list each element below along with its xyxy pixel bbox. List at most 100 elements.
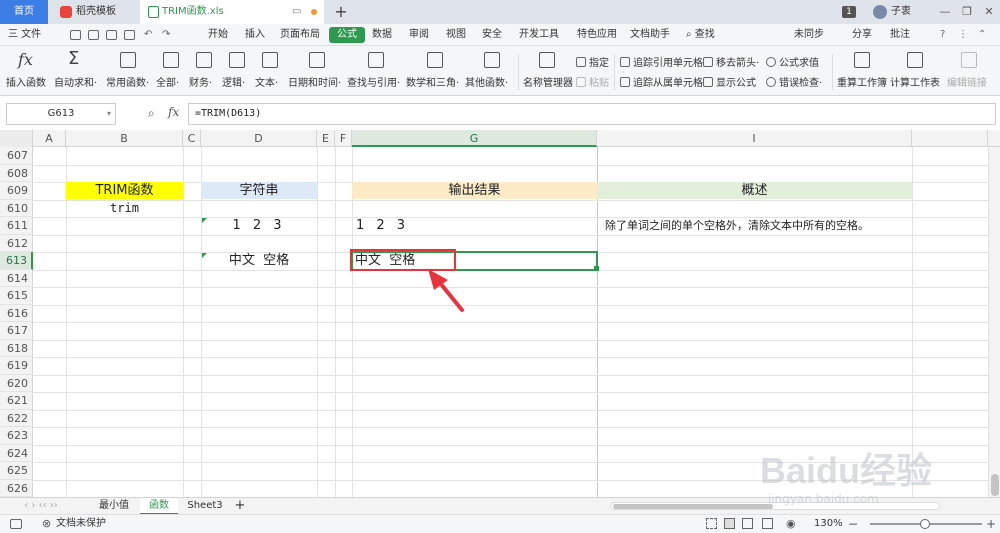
other-functions-button[interactable]: 其他函数· (464, 46, 516, 96)
tab-home[interactable]: 首页 (0, 0, 48, 24)
scrollbar-thumb[interactable] (991, 474, 999, 496)
window-count-badge[interactable]: 1 (842, 6, 856, 18)
row-header[interactable]: 615 (0, 287, 33, 305)
menu-item-home[interactable]: 开始 (208, 24, 228, 46)
lookup-button[interactable]: 查找与引用· (346, 46, 402, 96)
row-header[interactable]: 618 (0, 339, 33, 357)
all-functions-button[interactable]: 全部· (155, 46, 185, 96)
column-header-d[interactable]: D (201, 130, 317, 147)
row-header[interactable]: 620 (0, 374, 33, 392)
insert-function-button[interactable]: fx 插入函数 (4, 46, 48, 96)
fill-handle[interactable] (594, 266, 599, 271)
row-header[interactable]: 617 (0, 322, 33, 340)
vertical-scrollbar[interactable] (988, 147, 1000, 497)
user-name[interactable]: 子衷 (891, 0, 911, 24)
text-button[interactable]: 文本· (254, 46, 284, 96)
fullscreen-icon[interactable] (706, 518, 717, 529)
recalc-workbook-button[interactable]: 重算工作簿 (836, 46, 888, 96)
datetime-button[interactable]: 日期和时间· (287, 46, 343, 96)
paste-button[interactable]: 粘贴 (576, 74, 609, 89)
row-header[interactable]: 622 (0, 409, 33, 427)
row-header[interactable]: 610 (0, 199, 33, 217)
sidebar-toggle-icon[interactable] (10, 519, 22, 529)
error-check-button[interactable]: 错误检查· (766, 74, 822, 89)
row-header[interactable]: 626 (0, 479, 33, 497)
row-header[interactable]: 607 (0, 147, 33, 165)
page-layout-icon[interactable] (742, 518, 753, 529)
formula-input[interactable]: =TRIM(D613) (188, 103, 996, 125)
finance-button[interactable]: 财务· (188, 46, 218, 96)
print-icon[interactable] (106, 30, 117, 40)
row-header[interactable]: 623 (0, 427, 33, 445)
row-header[interactable]: 609 (0, 182, 33, 200)
column-header-g[interactable]: G (352, 130, 597, 147)
share-button[interactable]: 分享 (852, 24, 872, 46)
add-sheet-button[interactable]: + (232, 498, 248, 515)
zoom-out-icon[interactable]: − (848, 515, 858, 533)
cell-i609[interactable]: 概述 (597, 182, 912, 199)
autosum-button[interactable]: Σ 自动求和· (52, 46, 100, 96)
preview-icon[interactable] (124, 30, 135, 40)
cell-b609[interactable]: TRIM函数 (66, 182, 183, 199)
edit-links-button[interactable]: 编辑链接 (946, 46, 992, 96)
scrollbar-thumb[interactable] (613, 504, 773, 509)
menu-item-view[interactable]: 视图 (446, 24, 466, 46)
export-icon[interactable] (88, 30, 99, 40)
assign-button[interactable]: 指定 (576, 54, 609, 69)
cell-b610[interactable]: trim (66, 200, 183, 217)
avatar[interactable] (873, 5, 887, 19)
column-header-next[interactable] (912, 130, 988, 147)
monitor-icon[interactable]: ▭ (292, 0, 301, 24)
file-menu[interactable]: 三 文件 (8, 24, 41, 46)
calc-sheet-button[interactable]: 计算工作表 (889, 46, 941, 96)
fx-icon[interactable]: fx (168, 105, 179, 119)
sheet-tab-min[interactable]: 最小值 (88, 498, 140, 515)
column-header-c[interactable]: C (183, 130, 201, 147)
tab-template[interactable]: 稻壳模板 (52, 0, 134, 24)
math-button[interactable]: 数学和三角· (405, 46, 461, 96)
menu-item-developer[interactable]: 开发工具 (519, 24, 559, 46)
restore-button[interactable]: ❐ (957, 0, 977, 24)
remove-arrows-button[interactable]: 移去箭头· (703, 54, 759, 69)
column-header-b[interactable]: B (66, 130, 183, 147)
cell-g611[interactable]: 1 2 3 (356, 217, 409, 234)
help-icon[interactable]: ? (940, 24, 945, 46)
protection-status[interactable]: 文档未保护 (56, 515, 106, 533)
row-header[interactable]: 611 (0, 217, 33, 235)
minimize-button[interactable]: — (935, 0, 955, 24)
cell-d611[interactable]: 1 2 3 (201, 217, 317, 234)
menu-item-page-layout[interactable]: 页面布局 (280, 24, 320, 46)
trace-precedents-button[interactable]: 追踪引用单元格 (620, 54, 703, 69)
cell-d609[interactable]: 字符串 (201, 182, 317, 199)
cell-i611[interactable]: 除了单词之间的单个空格外，清除文本中所有的空格。 (605, 217, 869, 234)
chevron-down-icon[interactable]: ▾ (107, 104, 111, 124)
row-header[interactable]: 625 (0, 462, 33, 480)
column-header-i[interactable]: I (597, 130, 912, 147)
menu-item-review[interactable]: 审阅 (409, 24, 429, 46)
redo-icon[interactable]: ↷ (162, 24, 170, 46)
menu-item-insert[interactable]: 插入 (245, 24, 265, 46)
logic-button[interactable]: 逻辑· (221, 46, 251, 96)
eval-formula-button[interactable]: 公式求值 (766, 54, 819, 69)
sheet-nav-arrows[interactable]: ‹ › ‹‹ ›› (6, 498, 76, 515)
sync-button[interactable]: 未同步 (794, 24, 824, 46)
menu-item-formula[interactable]: 公式 (329, 27, 365, 43)
name-manager-button[interactable]: 名称管理器 (522, 46, 573, 96)
zoom-level[interactable]: 130% (814, 515, 843, 533)
row-header[interactable]: 614 (0, 269, 33, 287)
menu-item-special[interactable]: 特色应用 (577, 24, 617, 46)
row-header[interactable]: 621 (0, 392, 33, 410)
sheet-tab-functions[interactable]: 函数 (140, 498, 178, 515)
row-header[interactable]: 619 (0, 357, 33, 375)
column-header-e[interactable]: E (317, 130, 335, 147)
undo-icon[interactable]: ↶ (144, 24, 152, 46)
page-break-icon[interactable] (762, 518, 773, 529)
zoom-slider-knob[interactable] (920, 519, 930, 529)
new-tab-button[interactable]: + (333, 0, 349, 24)
row-header[interactable]: 608 (0, 164, 33, 182)
column-header-f[interactable]: F (335, 130, 352, 147)
save-icon[interactable] (70, 30, 81, 40)
row-header[interactable]: 624 (0, 444, 33, 462)
cell-g609[interactable]: 输出结果 (352, 182, 597, 199)
row-header[interactable]: 616 (0, 304, 33, 322)
